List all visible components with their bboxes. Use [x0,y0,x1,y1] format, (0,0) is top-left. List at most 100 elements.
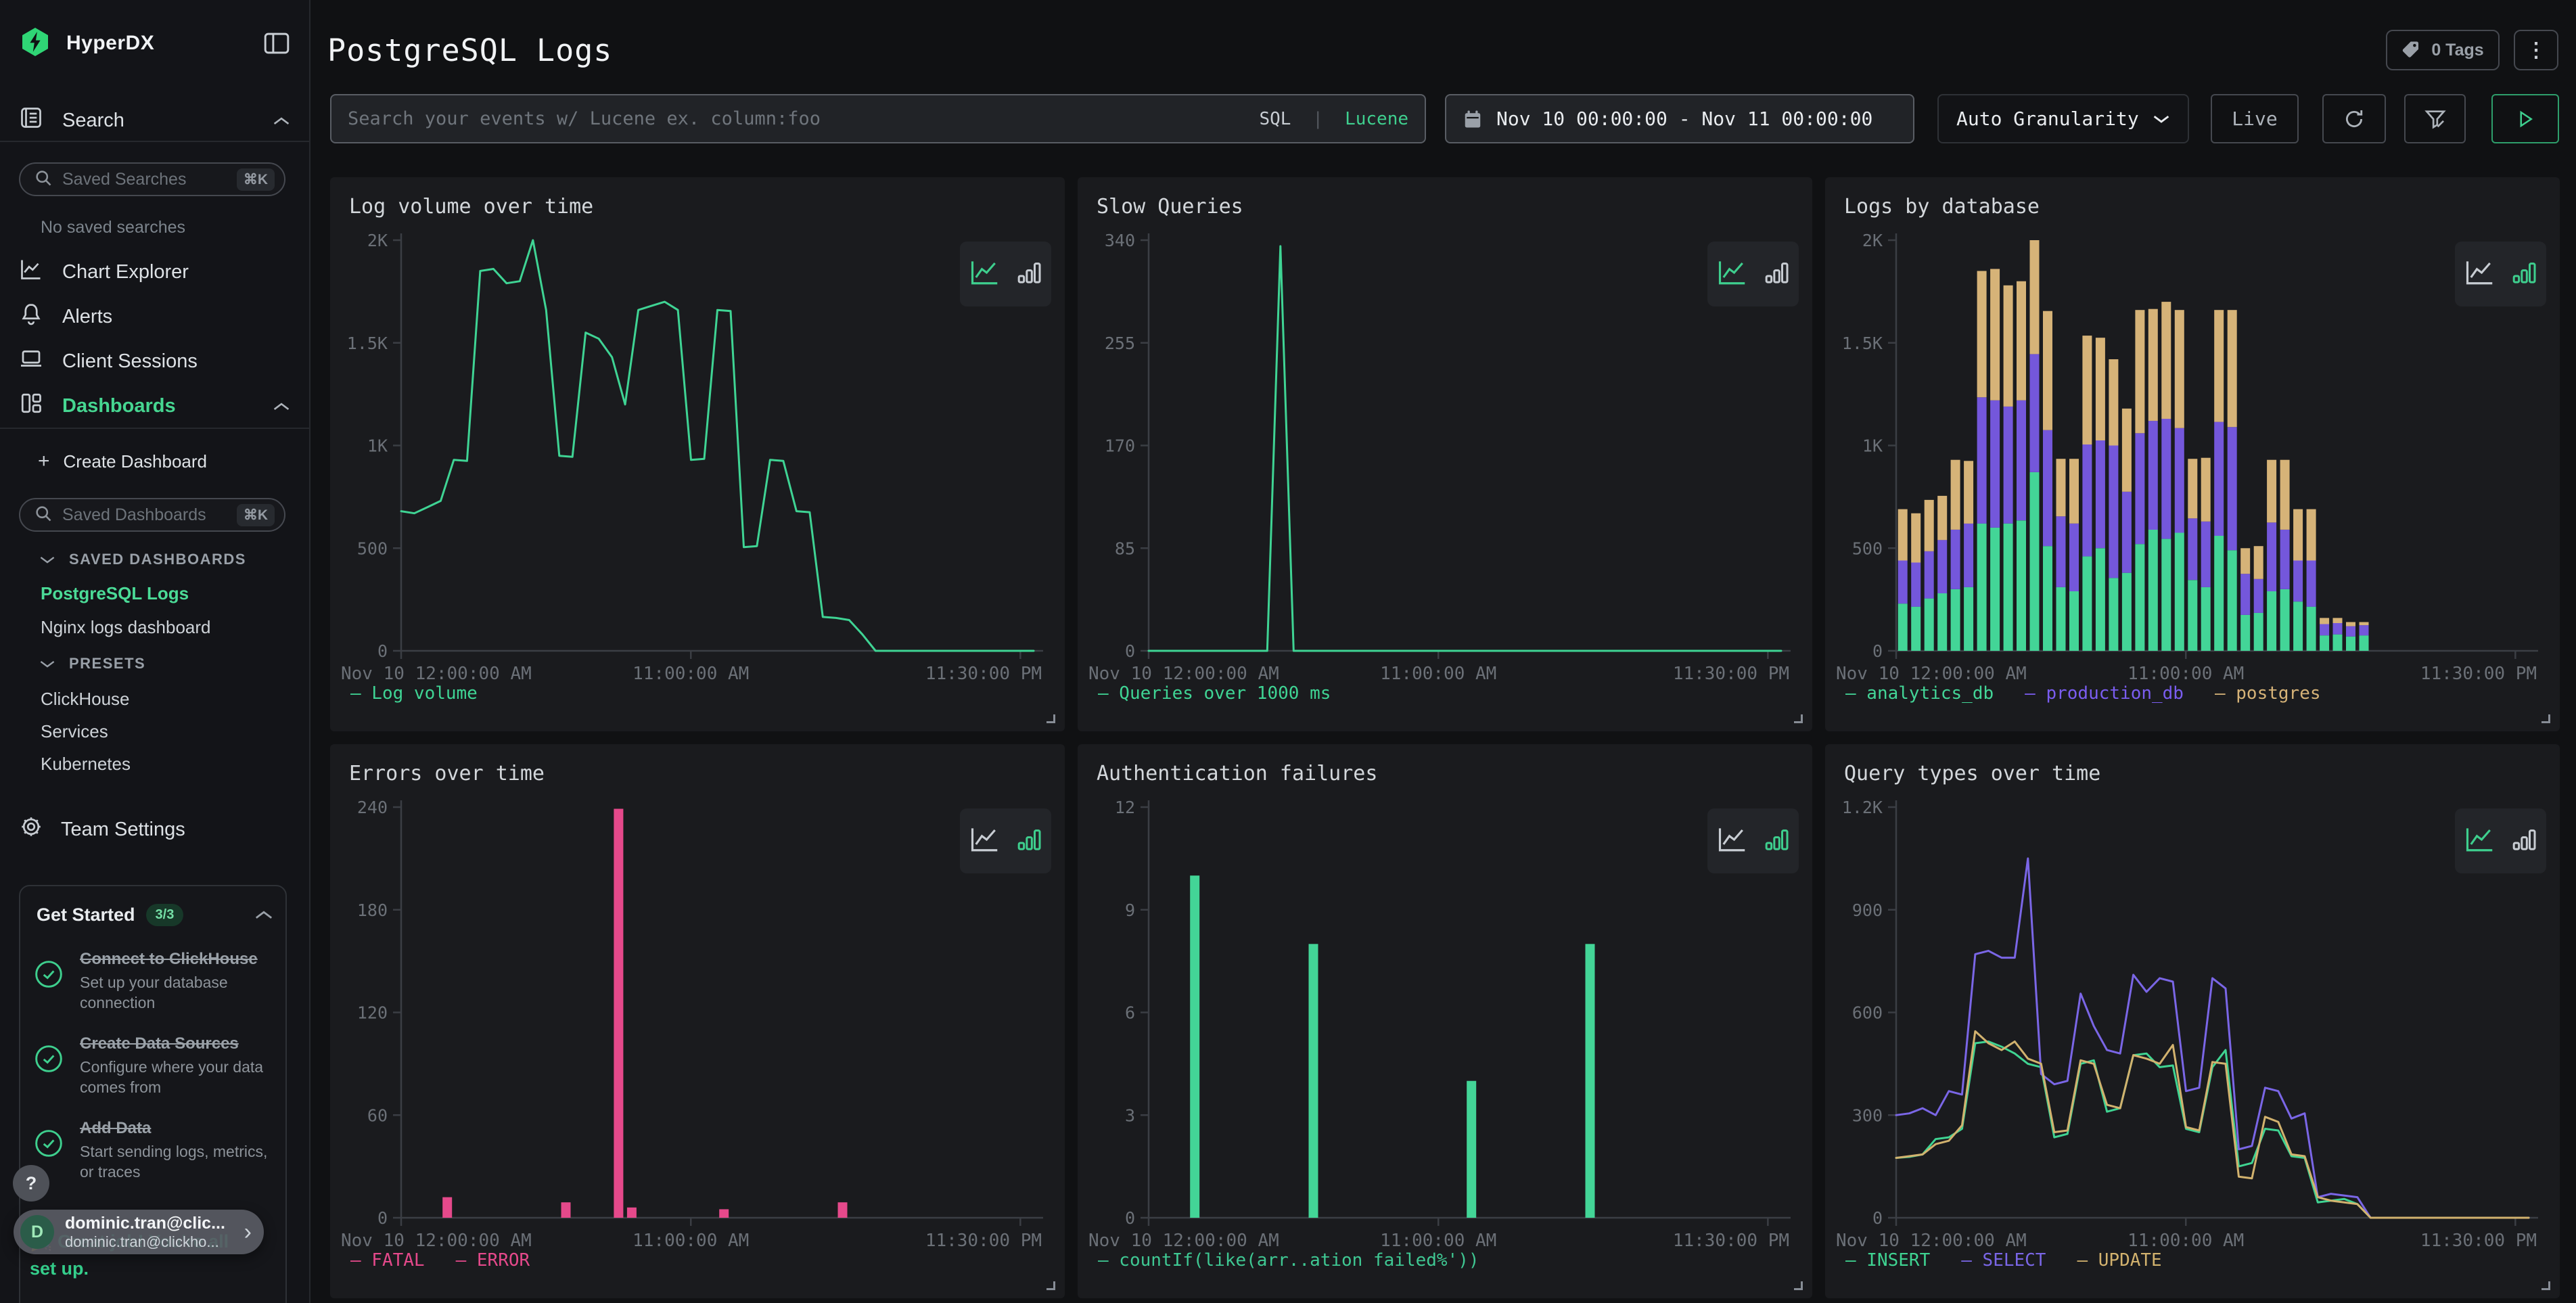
granularity-select[interactable]: Auto Granularity [1937,94,2189,143]
svg-text:500: 500 [1852,539,1883,558]
help-button[interactable]: ? [13,1165,49,1202]
svg-text:1K: 1K [367,436,388,456]
bell-icon [19,302,43,332]
saved-searches-field[interactable] [62,170,227,189]
laptop-icon [19,346,43,376]
search-input[interactable] [348,108,1247,129]
live-button[interactable]: Live [2211,94,2299,143]
filter-edit-icon [2424,108,2447,131]
sidebar-item-alerts[interactable]: Alerts [0,299,309,334]
chart-card[interactable]: Slow Queries 085170255340Nov 10 12:00:00… [1078,177,1812,731]
sql-mode-toggle[interactable]: SQL [1259,109,1291,129]
legend-item[interactable]: — analytics_db [1845,683,1994,704]
chart-plot-area[interactable]: 05001K1.5K2KNov 10 12:00:00 AM11:00:00 A… [1825,177,2560,731]
collapse-sidebar-icon[interactable] [263,30,290,57]
chevron-up-icon[interactable] [273,110,290,132]
svg-text:11:00:00 AM: 11:00:00 AM [632,664,749,684]
tag-icon [2401,40,2422,60]
sidebar-dashboard-postgresql-logs[interactable]: PostgreSQL Logs [41,583,189,604]
sidebar-preset-clickhouse[interactable]: ClickHouse [41,689,130,710]
chart-plot-area[interactable]: 03006009001.2KNov 10 12:00:00 AM11:00:00… [1825,744,2560,1298]
chart-card[interactable]: Logs by database 05001K1.5K2KNov 10 12:0… [1825,177,2560,731]
chart-plot-area[interactable]: 05001K1.5K2KNov 10 12:00:00 AM11:00:00 A… [330,177,1065,731]
saved-dashboards-field[interactable] [62,505,227,525]
refresh-icon [2343,108,2366,131]
legend-item[interactable]: — countIf(like(arr..ation failed%')) [1098,1250,1479,1271]
svg-text:11:30:00 PM: 11:30:00 PM [925,664,1042,684]
chevron-up-icon[interactable] [254,909,273,921]
shortcut-badge: ⌘K [237,504,275,526]
legend-item[interactable]: — UPDATE [2077,1250,2161,1271]
page-title: PostgreSQL Logs [327,32,612,68]
resize-handle-icon[interactable] [2542,714,2550,723]
user-email: dominic.tran@clickho... [65,1233,233,1251]
run-query-button[interactable] [2491,94,2559,143]
main-content: PostgreSQL Logs 0 Tags ⋮ SQL | Lucene [312,0,2576,1303]
legend-item[interactable]: — production_db [2025,683,2184,704]
chart-card[interactable]: Query types over time 03006009001.2KNov … [1825,744,2560,1298]
svg-text:0: 0 [1125,1208,1135,1228]
chart-plot-area[interactable]: 085170255340Nov 10 12:00:00 AM11:00:00 A… [1078,177,1812,731]
svg-text:0: 0 [1872,1208,1883,1228]
sidebar-dashboard-nginx[interactable]: Nginx logs dashboard [41,617,211,638]
tags-button[interactable]: 0 Tags [2386,30,2500,70]
chevron-up-icon[interactable] [273,395,290,417]
chart-plot-area[interactable]: 036912Nov 10 12:00:00 AM11:00:00 AM11:30… [1078,744,1812,1298]
saved-searches-input[interactable]: ⌘K [19,162,285,196]
chart-card[interactable]: Authentication failures 036912Nov 10 12:… [1078,744,1812,1298]
filter-button[interactable] [2404,94,2466,143]
get-started-step[interactable]: Create Data Sources Configure where your… [34,1033,276,1097]
legend-item[interactable]: — postgres [2215,683,2321,704]
sidebar-item-search[interactable]: Search [0,103,309,138]
legend-item[interactable]: — Log volume [350,683,478,704]
dashboards-icon [19,391,43,421]
svg-text:300: 300 [1852,1105,1883,1125]
get-started-step[interactable]: Add Data Start sending logs, metrics, or… [34,1118,276,1182]
sidebar-item-client-sessions[interactable]: Client Sessions [0,344,309,379]
saved-dashboards-section[interactable]: SAVED DASHBOARDS [39,551,246,568]
resize-handle-icon[interactable] [1794,714,1803,723]
chart-card[interactable]: Errors over time 060120180240Nov 10 12:0… [330,744,1065,1298]
sidebar-item-dashboards[interactable]: Dashboards [0,388,309,424]
get-started-step[interactable]: Connect to ClickHouse Set up your databa… [34,948,276,1013]
presets-section[interactable]: PRESETS [39,655,145,672]
chart-legend: — Queries over 1000 ms [1098,683,1331,704]
svg-text:1.5K: 1.5K [1842,334,1883,353]
resize-handle-icon[interactable] [2542,1281,2550,1290]
svg-text:340: 340 [1105,231,1135,250]
legend-item[interactable]: — Queries over 1000 ms [1098,683,1331,704]
create-dashboard-button[interactable]: + Create Dashboard [0,444,309,479]
time-range-picker[interactable]: Nov 10 00:00:00 - Nov 11 00:00:00 [1445,94,1914,143]
svg-text:11:30:00 PM: 11:30:00 PM [2420,1231,2537,1251]
saved-dashboards-input[interactable]: ⌘K [19,498,285,532]
sidebar-item-team-settings[interactable]: Team Settings [0,810,309,848]
lucene-mode-toggle[interactable]: Lucene [1345,109,1408,129]
chart-plot-area[interactable]: 060120180240Nov 10 12:00:00 AM11:00:00 A… [330,744,1065,1298]
step-title: Add Data [80,1118,276,1139]
svg-text:11:30:00 PM: 11:30:00 PM [925,1231,1042,1251]
legend-item[interactable]: — INSERT [1845,1250,1930,1271]
legend-item[interactable]: — ERROR [456,1250,530,1271]
user-menu[interactable]: D dominic.tran@clic... dominic.tran@clic… [14,1210,264,1254]
legend-item[interactable]: — SELECT [1961,1250,2046,1271]
resize-handle-icon[interactable] [1046,1281,1055,1290]
svg-text:6: 6 [1125,1003,1135,1023]
resize-handle-icon[interactable] [1794,1281,1803,1290]
chart-legend: — Log volume [350,683,478,704]
svg-text:12: 12 [1115,798,1135,817]
svg-text:500: 500 [357,539,388,558]
sidebar-item-label: Search [62,110,254,132]
sidebar-item-chart-explorer[interactable]: Chart Explorer [0,254,309,290]
section-label: PRESETS [69,655,145,672]
chart-card[interactable]: Log volume over time 05001K1.5K2KNov 10 … [330,177,1065,731]
svg-text:9: 9 [1125,900,1135,920]
sidebar-preset-kubernetes[interactable]: Kubernetes [41,754,131,775]
svg-text:900: 900 [1852,900,1883,920]
resize-handle-icon[interactable] [1046,714,1055,723]
more-options-button[interactable]: ⋮ [2514,30,2558,70]
refresh-button[interactable] [2322,94,2386,143]
sidebar-preset-services[interactable]: Services [41,721,108,742]
legend-item[interactable]: — FATAL [350,1250,425,1271]
event-search-bar[interactable]: SQL | Lucene [330,94,1426,143]
svg-text:11:00:00 AM: 11:00:00 AM [1380,1231,1496,1251]
